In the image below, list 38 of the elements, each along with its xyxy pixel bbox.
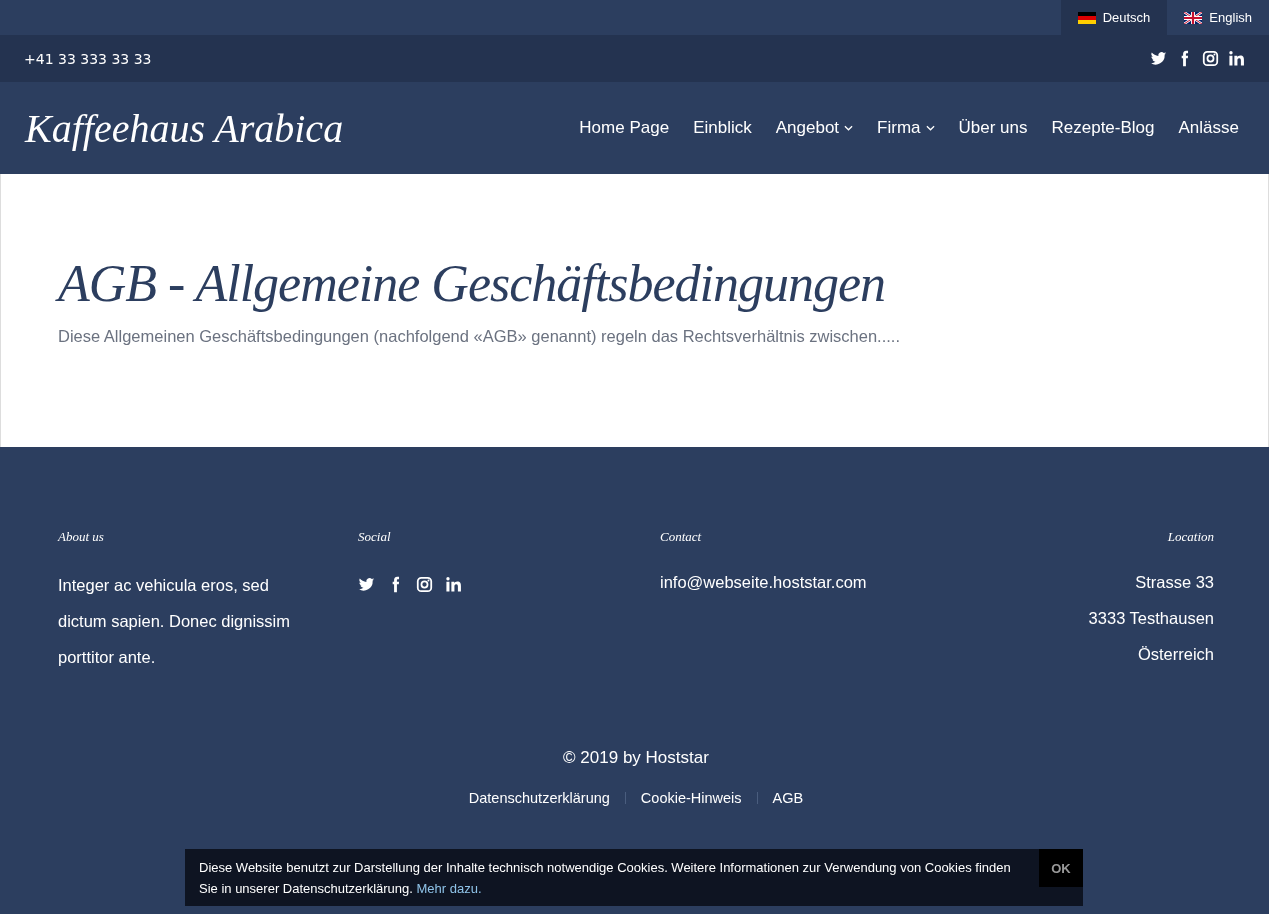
linkedin-icon[interactable] [1228,50,1245,67]
twitter-icon[interactable] [1150,50,1167,67]
site-logo[interactable]: Kaffeehaus Arabica [25,104,344,152]
cookie-notice-text: Diese Website benutzt zur Darstellung der Inhalte technisch notwendige Cookies. Weitere Informationen zur Verwendung von Cookies finden Sie in unserer Datenschutzerklärung. Mehr dazu. [199,858,1012,898]
nav-link[interactable]: Home Page [579,118,670,138]
twitter-icon[interactable] [358,576,375,593]
chevron-down-icon [844,125,854,131]
footer-link[interactable]: AGB [772,790,804,806]
flag-icon [1184,11,1203,24]
more-info-link[interactable]: Mehr dazu. [416,880,482,896]
language-link[interactable]: Deutsch [1060,0,1168,35]
intro-text: Diese Allgemeinen Geschäftsbedingungen (nachfolgend «AGB» genannt) regeln das Rechtsverhältnis zwischen..... [58,327,901,346]
chevron-down-icon [925,125,935,131]
contact-text: Österreich [1137,644,1214,665]
instagram-icon[interactable] [416,576,433,593]
instagram-icon[interactable] [1202,50,1219,67]
contact-text: Strasse 33 [1135,572,1214,593]
footer-heading: Contact [660,529,702,545]
nav-link[interactable]: Anlässe [1178,118,1239,138]
flag-icon [1077,11,1096,24]
nav-link[interactable]: Rezepte-Blog [1051,118,1155,138]
footer-heading: About us [58,529,104,545]
nav-link[interactable]: Angebot [775,118,854,138]
contact-text: 3333 Testhausen [1088,608,1214,629]
copyright-text: © 2019 by Hoststar [562,748,710,768]
language-link[interactable]: English [1167,0,1269,35]
contact-text: info@webseite.hoststar.com [660,572,867,593]
linkedin-icon[interactable] [445,576,462,593]
footer-link[interactable]: Datenschutzerklärung [468,790,610,806]
nav-link[interactable]: Einblick [693,118,752,138]
phone-number: +41 33 333 33 33 [24,50,152,67]
footer-link[interactable]: Cookie-Hinweis [640,790,742,806]
nav-link[interactable]: Firma [877,118,935,138]
nav-link[interactable]: Über uns [958,118,1028,138]
about-text: Integer ac vehicula eros, sed dictum sapien. Donec dignissim porttitor ante. [58,575,292,668]
ok-button[interactable]: OK [1039,849,1083,887]
footer-heading: Social [358,529,391,545]
footer-heading: Location [1167,529,1214,545]
